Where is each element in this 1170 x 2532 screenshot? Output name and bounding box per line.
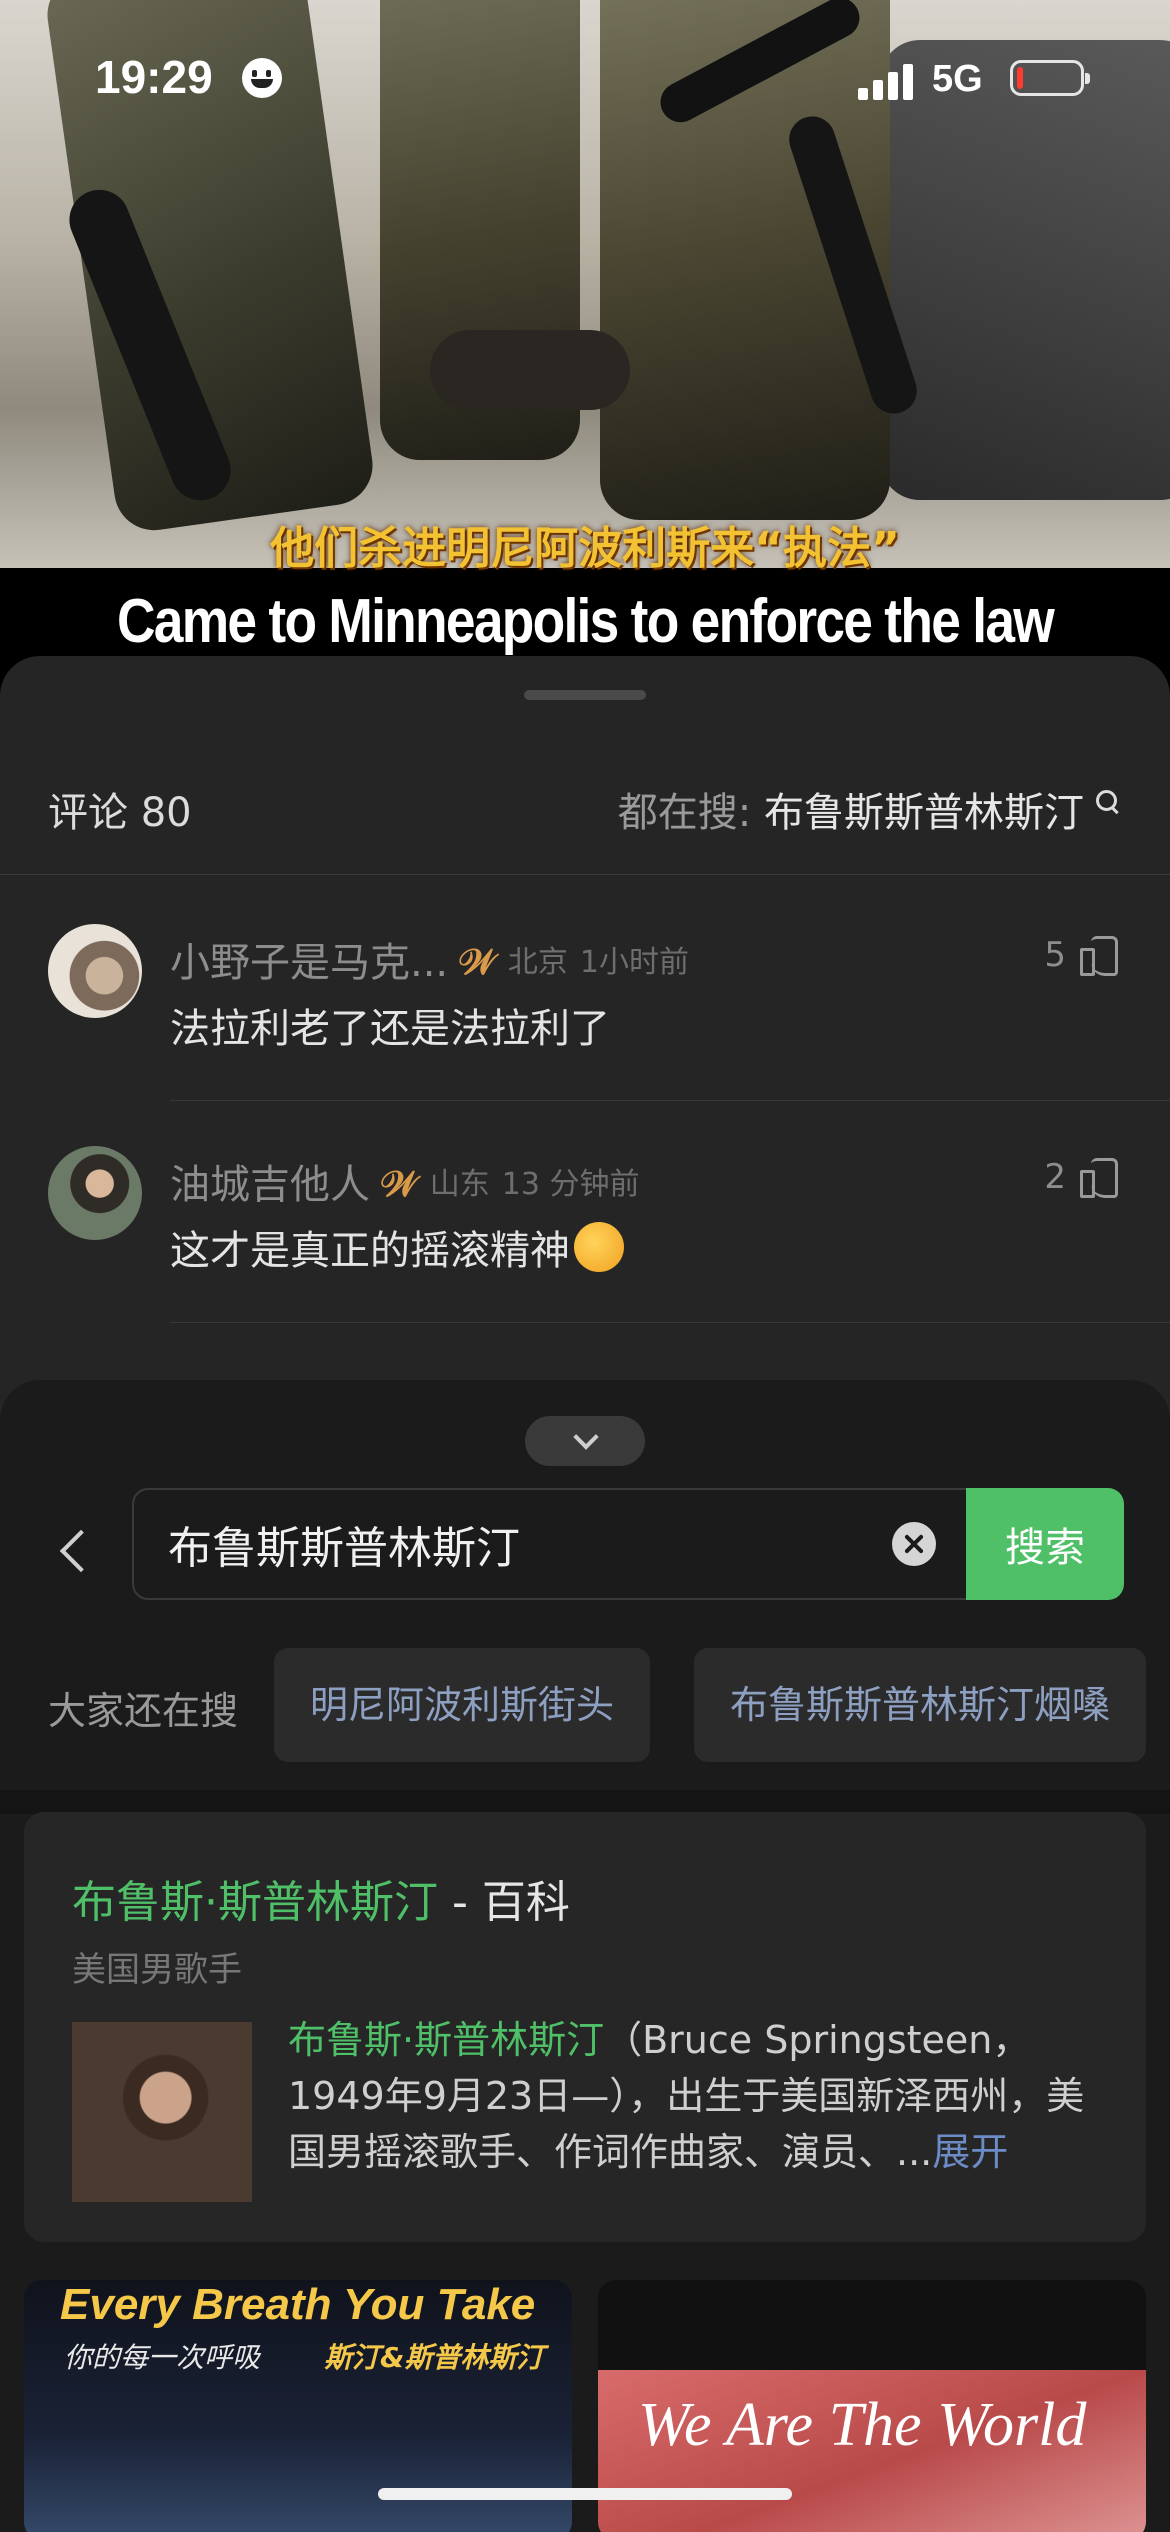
comment-author[interactable]: 小野子是马克... [170, 940, 448, 986]
vip-badge-icon: 𝒲 [380, 1164, 418, 1205]
comment-author[interactable]: 油城吉他人 [170, 1162, 370, 1208]
search-sheet: 搜索 大家还在搜 明尼阿波利斯街头 布鲁斯斯普林斯汀烟嗓 布鲁斯·斯普林斯汀 -… [0, 1380, 1170, 2532]
cellular-signal-icon [858, 62, 918, 100]
artist-photo[interactable] [72, 2022, 252, 2202]
comment-location: 北京 [507, 945, 568, 980]
wiki-subtitle: 美国男歌手 [72, 1950, 242, 1990]
expand-link[interactable]: 展开 [932, 2130, 1008, 2174]
like-count: 5 [1044, 935, 1066, 975]
search-bar: 搜索 [132, 1488, 1124, 1600]
search-icon [1096, 790, 1120, 814]
comment-header: 油城吉他人 𝒲 山东 13 分钟前 [170, 1152, 639, 1210]
wiki-description: 布鲁斯·斯普林斯汀（Bruce Springsteen，1949年9月23日—）… [288, 2012, 1098, 2180]
network-type: 5G [932, 58, 983, 100]
section-separator [0, 1790, 1170, 1814]
back-arrow-icon[interactable] [50, 1512, 100, 1592]
trending-search-link[interactable]: 都在搜: 布鲁斯斯普林斯汀 [618, 780, 1120, 838]
avatar[interactable] [48, 1146, 142, 1240]
wiki-card[interactable]: 布鲁斯·斯普林斯汀 - 百科 美国男歌手 布鲁斯·斯普林斯汀（Bruce Spr… [24, 1812, 1146, 2242]
search-input[interactable] [168, 1490, 868, 1598]
drag-handle[interactable] [524, 690, 646, 700]
video-frame-shape [430, 330, 630, 410]
battery-icon [1010, 60, 1090, 96]
video-card-subtitle: 你的每一次呼吸 [64, 2341, 261, 2374]
clear-icon[interactable] [892, 1522, 936, 1566]
suggestion-chip[interactable]: 明尼阿波利斯街头 [274, 1648, 651, 1762]
smiley-face-icon [242, 58, 282, 98]
thumbs-up-icon [1080, 1156, 1118, 1198]
thumbs-up-icon [1080, 934, 1118, 976]
comment-text: 这才是真正的摇滚精神 [170, 1218, 624, 1276]
suggestion-chip[interactable]: 布鲁斯斯普林斯汀烟嗓 [694, 1648, 1147, 1762]
trending-prefix: 都在搜: [617, 790, 764, 836]
thinking-emoji-icon [574, 1222, 624, 1272]
status-time: 19:29 [95, 51, 213, 103]
comment-divider [170, 1322, 1170, 1323]
trending-query: 布鲁斯斯普林斯汀 [764, 790, 1084, 836]
video-card-artist: 斯汀&斯普林斯汀 [324, 2341, 545, 2374]
comments-count: 评论 80 [48, 790, 192, 836]
comment-divider [170, 1100, 1170, 1101]
vip-badge-icon: 𝒲 [458, 942, 496, 983]
avatar[interactable] [48, 924, 142, 1018]
search-button[interactable]: 搜索 [966, 1488, 1124, 1600]
video-card-title: We Are The World [638, 2391, 1087, 2459]
battery-level [1017, 67, 1023, 89]
comment-time: 13 分钟前 [501, 1167, 640, 1202]
video-card-title: Every Breath You Take [60, 2280, 536, 2329]
like-button[interactable]: 5 [1044, 934, 1118, 976]
comment-text-content: 这才是真正的摇滚精神 [170, 1228, 570, 1274]
comment-location: 山东 [429, 1167, 490, 1202]
home-indicator[interactable] [378, 2488, 792, 2500]
comments-panel: 评论 80 都在搜: 布鲁斯斯普林斯汀 小野子是马克... 𝒲 北京 1小时前 法拉利… [0, 656, 1170, 1416]
like-count: 2 [1044, 1157, 1066, 1197]
comment-item[interactable]: 小野子是马克... 𝒲 北京 1小时前 法拉利老了还是法拉利了 5 [0, 924, 1170, 1144]
comment-header: 小野子是马克... 𝒲 北京 1小时前 [170, 930, 689, 988]
video-subtitle-en: Came to Minneapolis to enforce the law [116, 587, 1055, 656]
wiki-title-name: 布鲁斯·斯普林斯汀 [72, 1877, 438, 1928]
status-bar: 19:29 5G [0, 40, 1170, 120]
like-button[interactable]: 2 [1044, 1156, 1118, 1198]
wiki-desc-name: 布鲁斯·斯普林斯汀 [288, 2018, 605, 2062]
collapse-sheet-button[interactable] [525, 1416, 645, 1466]
video-subtitle-cn: 他们杀进明尼阿波利斯来“执法” [270, 523, 900, 574]
wiki-title-tag: - 百科 [438, 1877, 570, 1928]
comment-time: 1小时前 [579, 945, 689, 980]
divider [0, 874, 1170, 875]
comment-item[interactable]: 油城吉他人 𝒲 山东 13 分钟前 这才是真正的摇滚精神 2 [0, 1146, 1170, 1366]
wiki-title[interactable]: 布鲁斯·斯普林斯汀 - 百科 [72, 1866, 570, 1930]
also-search-label: 大家还在搜 [48, 1689, 239, 1733]
comment-text: 法拉利老了还是法拉利了 [170, 1006, 610, 1052]
